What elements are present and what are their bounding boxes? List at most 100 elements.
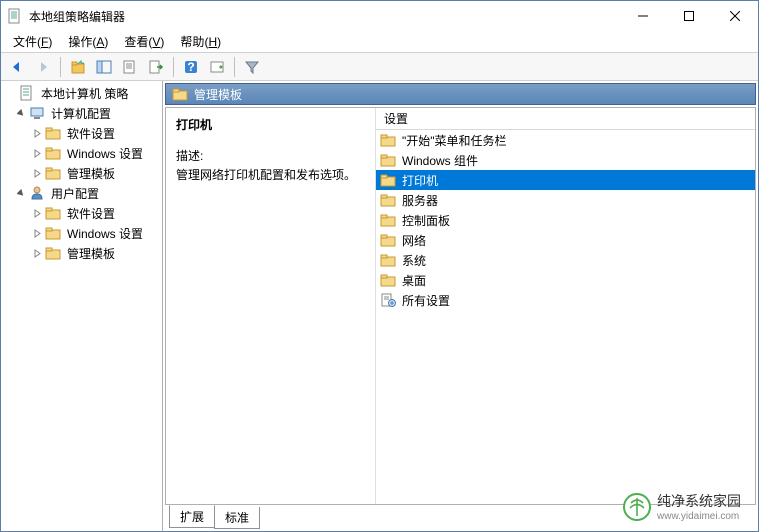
menu-view[interactable]: 查看(V) (116, 31, 172, 52)
folder-icon (380, 272, 396, 288)
menubar: 文件(F) 操作(A) 查看(V) 帮助(H) (1, 31, 758, 53)
list-row[interactable]: 系统 (376, 250, 755, 270)
tree-label[interactable]: 计算机配置 (49, 104, 113, 123)
expand-icon[interactable] (31, 247, 43, 259)
svg-text:?: ? (187, 60, 194, 74)
list-row[interactable]: 所有设置 (376, 290, 755, 310)
minimize-button[interactable] (620, 1, 666, 31)
forward-button[interactable] (31, 55, 55, 79)
help-button[interactable]: ? (179, 55, 203, 79)
description-text: 管理网络打印机配置和发布选项。 (176, 166, 365, 183)
blank-toggle (5, 87, 17, 99)
folder-icon (45, 165, 61, 181)
right-header: 管理模板 (165, 83, 756, 105)
titlebar: 本地组策略编辑器 (1, 1, 758, 31)
list-row-label: 网络 (402, 232, 426, 249)
expand-icon[interactable] (31, 167, 43, 179)
window-controls (620, 1, 758, 31)
expand-icon[interactable] (31, 227, 43, 239)
tree-node-windows-settings[interactable]: Windows 设置 (1, 143, 162, 163)
action-button[interactable] (205, 55, 229, 79)
list-row[interactable]: 控制面板 (376, 210, 755, 230)
show-hide-tree-button[interactable] (92, 55, 116, 79)
collapse-icon[interactable] (15, 187, 27, 199)
right-body: 打印机 描述: 管理网络打印机配置和发布选项。 设置 "开始"菜单和任务栏Win… (165, 107, 756, 505)
list-row-label: 控制面板 (402, 212, 450, 229)
tree-node-user-config[interactable]: 用户配置 (1, 183, 162, 203)
list-row[interactable]: 服务器 (376, 190, 755, 210)
menu-help[interactable]: 帮助(H) (172, 31, 229, 52)
tree-label[interactable]: 软件设置 (65, 124, 117, 143)
folder-icon (380, 232, 396, 248)
toolbar-separator (234, 57, 235, 77)
tree-panel[interactable]: 本地计算机 策略 计算机配置 软件设置 Windows 设置 管理模板 (1, 81, 163, 531)
list-row[interactable]: "开始"菜单和任务栏 (376, 130, 755, 150)
folder-icon (172, 86, 188, 102)
list-pane: 设置 "开始"菜单和任务栏Windows 组件打印机服务器控制面板网络系统桌面所… (376, 108, 755, 504)
up-button[interactable] (66, 55, 90, 79)
export-button[interactable] (144, 55, 168, 79)
tree-node-computer-config[interactable]: 计算机配置 (1, 103, 162, 123)
list-row-label: 桌面 (402, 272, 426, 289)
tree-label[interactable]: 用户配置 (49, 184, 101, 203)
folder-icon (380, 252, 396, 268)
close-button[interactable] (712, 1, 758, 31)
back-button[interactable] (5, 55, 29, 79)
folder-icon (380, 152, 396, 168)
app-icon (7, 8, 23, 24)
list-row[interactable]: 网络 (376, 230, 755, 250)
list-items[interactable]: "开始"菜单和任务栏Windows 组件打印机服务器控制面板网络系统桌面所有设置 (376, 130, 755, 504)
policy-icon (19, 85, 35, 101)
folder-icon (380, 212, 396, 228)
filter-button[interactable] (240, 55, 264, 79)
right-header-title: 管理模板 (194, 86, 242, 103)
list-row-label: "开始"菜单和任务栏 (402, 132, 507, 149)
folder-icon (45, 225, 61, 241)
tab-standard[interactable]: 标准 (214, 507, 260, 529)
menu-action[interactable]: 操作(A) (60, 31, 116, 52)
tree-node-admin-templates-user[interactable]: 管理模板 (1, 243, 162, 263)
tree-label[interactable]: 软件设置 (65, 204, 117, 223)
tree-label[interactable]: 管理模板 (65, 244, 117, 263)
folder-icon (45, 125, 61, 141)
folder-icon (45, 205, 61, 221)
computer-icon (29, 105, 45, 121)
tree-root[interactable]: 本地计算机 策略 (1, 83, 162, 103)
menu-file[interactable]: 文件(F) (5, 31, 60, 52)
tree-label[interactable]: 本地计算机 策略 (39, 84, 130, 103)
list-row-label: 服务器 (402, 192, 438, 209)
description-label: 描述: (176, 147, 365, 164)
tree-label[interactable]: 管理模板 (65, 164, 117, 183)
maximize-button[interactable] (666, 1, 712, 31)
tree-node-software-settings[interactable]: 软件设置 (1, 123, 162, 143)
folder-icon (380, 132, 396, 148)
expand-icon[interactable] (31, 127, 43, 139)
list-row[interactable]: 桌面 (376, 270, 755, 290)
tab-extended[interactable]: 扩展 (169, 505, 215, 528)
collapse-icon[interactable] (15, 107, 27, 119)
list-row[interactable]: 打印机 (376, 170, 755, 190)
view-tabs: 扩展 标准 (165, 507, 756, 529)
expand-icon[interactable] (31, 147, 43, 159)
settings-list-icon (380, 292, 396, 308)
list-row-label: 所有设置 (402, 292, 450, 309)
right-panel: 管理模板 打印机 描述: 管理网络打印机配置和发布选项。 设置 "开始"菜单和任… (163, 81, 758, 531)
tree-node-software-settings-user[interactable]: 软件设置 (1, 203, 162, 223)
list-row-label: 系统 (402, 252, 426, 269)
selected-item-name: 打印机 (176, 116, 365, 133)
properties-button[interactable] (118, 55, 142, 79)
tree-node-windows-settings-user[interactable]: Windows 设置 (1, 223, 162, 243)
list-row[interactable]: Windows 组件 (376, 150, 755, 170)
tree-label[interactable]: Windows 设置 (65, 144, 145, 163)
user-icon (29, 185, 45, 201)
toolbar: ? (1, 53, 758, 81)
window-title: 本地组策略编辑器 (29, 8, 620, 25)
list-row-label: 打印机 (402, 172, 438, 189)
expand-icon[interactable] (31, 207, 43, 219)
toolbar-separator (173, 57, 174, 77)
list-column-header[interactable]: 设置 (376, 108, 755, 130)
tree-label[interactable]: Windows 设置 (65, 224, 145, 243)
folder-icon (45, 245, 61, 261)
folder-icon (45, 145, 61, 161)
tree-node-admin-templates[interactable]: 管理模板 (1, 163, 162, 183)
